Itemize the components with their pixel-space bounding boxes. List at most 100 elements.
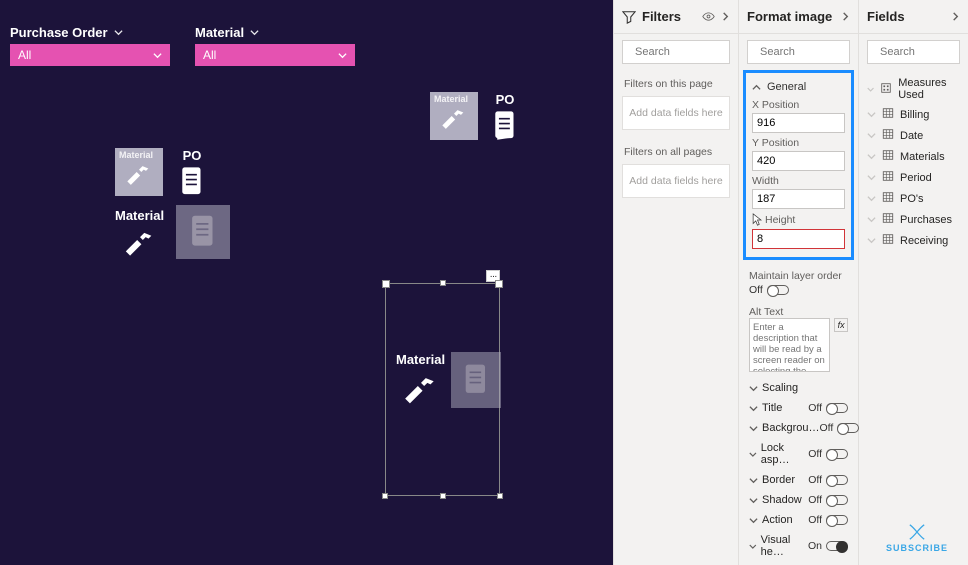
- chevron-right-icon[interactable]: [841, 12, 850, 21]
- format-section-scaling[interactable]: Scaling: [739, 378, 858, 398]
- pane-header: Filters: [614, 0, 738, 34]
- format-pane: Format image General X Position Y Positi…: [738, 0, 858, 565]
- slicer-dropdown[interactable]: All: [195, 44, 355, 66]
- section-toggle[interactable]: Off: [808, 494, 848, 506]
- field-item-date[interactable]: Date: [859, 125, 968, 146]
- material-label: Material: [396, 352, 445, 367]
- section-label: Lock asp…: [761, 442, 808, 466]
- chevron-right-icon[interactable]: [951, 12, 960, 21]
- section-label: Scaling: [762, 382, 798, 394]
- chevron-down-icon: [114, 28, 123, 37]
- input-height[interactable]: [752, 229, 845, 249]
- field-label: Period: [900, 172, 932, 184]
- format-section-lockasp[interactable]: Lock asp…Off: [739, 438, 858, 470]
- slicer-value: All: [203, 48, 216, 62]
- filters-all-label: Filters on all pages: [614, 138, 738, 162]
- section-toggle[interactable]: Off: [808, 402, 848, 414]
- field-item-purchases[interactable]: Purchases: [859, 209, 968, 230]
- subscribe-label: SUBSCRIBE: [886, 543, 948, 553]
- slicer-material[interactable]: Material All: [195, 25, 355, 66]
- po-image-dim[interactable]: [176, 205, 230, 259]
- pane-title: Format image: [747, 9, 832, 24]
- fx-button[interactable]: fx: [834, 318, 848, 332]
- section-toggle[interactable]: Off: [819, 422, 859, 434]
- toggle-state: Off: [819, 422, 833, 434]
- chevron-down-icon: [749, 384, 758, 393]
- filters-page-dropwell[interactable]: Add data fields here: [622, 96, 730, 130]
- tile-caption: Material: [434, 94, 468, 104]
- section-label: Border: [762, 474, 795, 486]
- toggle-state: Off: [749, 284, 763, 296]
- cursor-icon: [752, 213, 763, 227]
- chevron-down-icon: [867, 131, 876, 140]
- section-label: General: [767, 81, 806, 93]
- prop-label-height: Height: [765, 214, 795, 226]
- section-toggle[interactable]: On: [808, 540, 848, 552]
- hammer-icon: [402, 367, 440, 405]
- slicer-label: Purchase Order: [10, 25, 108, 40]
- format-search[interactable]: [747, 40, 850, 64]
- section-label: Action: [762, 514, 793, 526]
- eye-icon[interactable]: [702, 10, 715, 23]
- format-section-title[interactable]: Title Off: [739, 398, 858, 418]
- section-label: Title: [762, 402, 782, 414]
- section-toggle[interactable]: Off: [808, 474, 848, 486]
- alt-text-input[interactable]: [749, 318, 830, 372]
- search-input[interactable]: [880, 46, 968, 58]
- maintain-layer-toggle[interactable]: Off: [749, 284, 789, 296]
- field-item-billing[interactable]: Billing: [859, 104, 968, 125]
- field-item-measuresused[interactable]: Measures Used: [859, 74, 968, 104]
- input-y-position[interactable]: [752, 151, 845, 171]
- field-item-pos[interactable]: PO's: [859, 188, 968, 209]
- field-label: Receiving: [900, 235, 948, 247]
- pane-header: Fields: [859, 0, 968, 34]
- chevron-down-icon: [749, 542, 757, 551]
- chevron-down-icon: [867, 215, 876, 224]
- chevron-right-icon[interactable]: [721, 12, 730, 21]
- section-label: Backgrou…: [762, 422, 819, 434]
- hammer-icon[interactable]: [123, 223, 157, 257]
- section-toggle[interactable]: Off: [808, 448, 848, 460]
- po-label: PO: [183, 148, 202, 163]
- field-item-materials[interactable]: Materials: [859, 146, 968, 167]
- material-image[interactable]: Material: [115, 148, 163, 196]
- material-image[interactable]: Material: [430, 92, 478, 140]
- selected-visual-frame[interactable]: ··· Material: [385, 283, 500, 496]
- filters-page-label: Filters on this page: [614, 70, 738, 94]
- filters-all-dropwell[interactable]: Add data fields here: [622, 164, 730, 198]
- format-section-shadow[interactable]: ShadowOff: [739, 490, 858, 510]
- chevron-down-icon: [749, 476, 758, 485]
- table-icon: [882, 212, 894, 224]
- clipboard-icon[interactable]: [490, 109, 520, 143]
- prop-label-x: X Position: [752, 99, 845, 111]
- field-label: Billing: [900, 109, 929, 121]
- format-section-border[interactable]: Border Off: [739, 470, 858, 490]
- field-item-period[interactable]: Period: [859, 167, 968, 188]
- slicer-purchase-order[interactable]: Purchase Order All: [10, 25, 170, 66]
- section-general-header[interactable]: General: [752, 81, 845, 93]
- po-label: PO: [496, 92, 515, 107]
- slicer-dropdown[interactable]: All: [10, 44, 170, 66]
- input-x-position[interactable]: [752, 113, 845, 133]
- chevron-down-icon: [749, 424, 758, 433]
- table-icon: [882, 170, 894, 182]
- format-section-action[interactable]: Action Off: [739, 510, 858, 530]
- input-width[interactable]: [752, 189, 845, 209]
- subscribe-badge[interactable]: SUBSCRIBE: [886, 523, 948, 553]
- filters-search[interactable]: [622, 40, 730, 64]
- visual-options-button[interactable]: ···: [486, 270, 500, 282]
- chevron-down-icon: [749, 450, 757, 459]
- measure-icon: [880, 82, 892, 94]
- field-item-receiving[interactable]: Receiving: [859, 230, 968, 251]
- fields-search[interactable]: [867, 40, 960, 64]
- clipboard-icon: [186, 213, 220, 251]
- prop-label-y: Y Position: [752, 137, 845, 149]
- section-toggle[interactable]: Off: [808, 514, 848, 526]
- format-section-visualhe[interactable]: Visual he…On: [739, 530, 858, 562]
- dna-icon: [906, 523, 928, 541]
- clipboard-icon[interactable]: [177, 165, 207, 199]
- table-icon: [882, 149, 894, 161]
- format-section-backgrou[interactable]: Backgrou…Off: [739, 418, 858, 438]
- report-canvas[interactable]: Purchase Order All Material All Material…: [0, 0, 613, 565]
- chevron-up-icon: [752, 83, 761, 92]
